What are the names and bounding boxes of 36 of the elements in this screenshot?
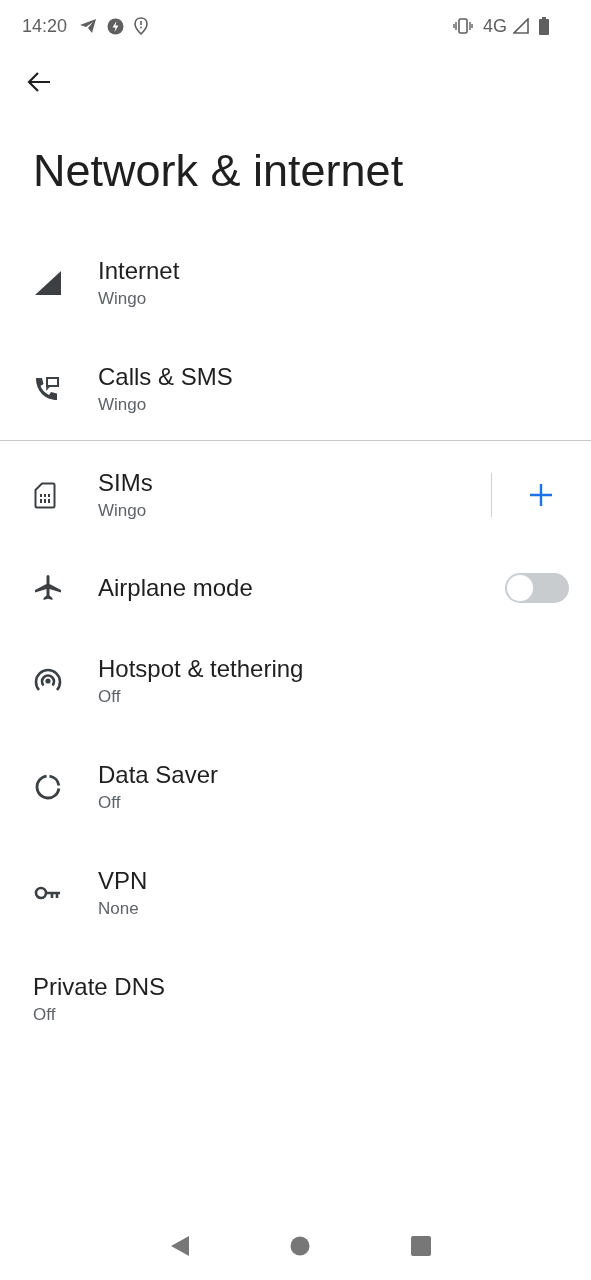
- paper-plane-icon: [79, 18, 98, 34]
- back-icon[interactable]: [27, 72, 51, 92]
- setting-summary: None: [98, 899, 139, 919]
- setting-summary: Off: [98, 793, 121, 813]
- setting-title[interactable]: SIMs: [98, 469, 153, 497]
- toggle-switch[interactable]: [505, 573, 569, 603]
- sim-card-icon: [34, 481, 56, 509]
- ring-icon: [34, 773, 62, 801]
- setting-title[interactable]: Airplane mode: [98, 574, 253, 602]
- recents-nav-icon[interactable]: [410, 1236, 431, 1256]
- back-nav-icon[interactable]: [170, 1235, 191, 1257]
- signal-icon: [34, 270, 62, 296]
- setting-summary: Wingo: [98, 395, 147, 415]
- status-time: 14:20: [22, 15, 68, 37]
- network-type: 4G: [483, 15, 507, 37]
- setting-title[interactable]: Internet: [98, 257, 180, 285]
- setting-title[interactable]: Private DNS: [33, 973, 166, 1001]
- page-title: Network & internet: [32, 144, 405, 198]
- vibrate-icon: [453, 18, 473, 34]
- setting-summary: Off: [33, 1005, 56, 1025]
- setting-title[interactable]: Data Saver: [98, 761, 219, 789]
- setting-summary: Off: [98, 687, 121, 707]
- setting-summary: Wingo: [98, 289, 147, 309]
- battery-icon: [539, 17, 549, 35]
- add-icon[interactable]: [530, 484, 552, 506]
- airplane-icon: [34, 574, 62, 602]
- signal-icon: [513, 18, 529, 34]
- location-alert-icon: [134, 17, 149, 35]
- lightning-icon: [107, 17, 125, 35]
- key-icon: [34, 885, 62, 901]
- setting-title[interactable]: Hotspot & tethering: [98, 655, 304, 683]
- setting-title[interactable]: VPN: [98, 867, 148, 895]
- setting-title[interactable]: Calls & SMS: [98, 363, 233, 391]
- phone-icon: [34, 376, 60, 402]
- setting-summary: Wingo: [98, 501, 147, 521]
- home-nav-icon[interactable]: [290, 1236, 311, 1256]
